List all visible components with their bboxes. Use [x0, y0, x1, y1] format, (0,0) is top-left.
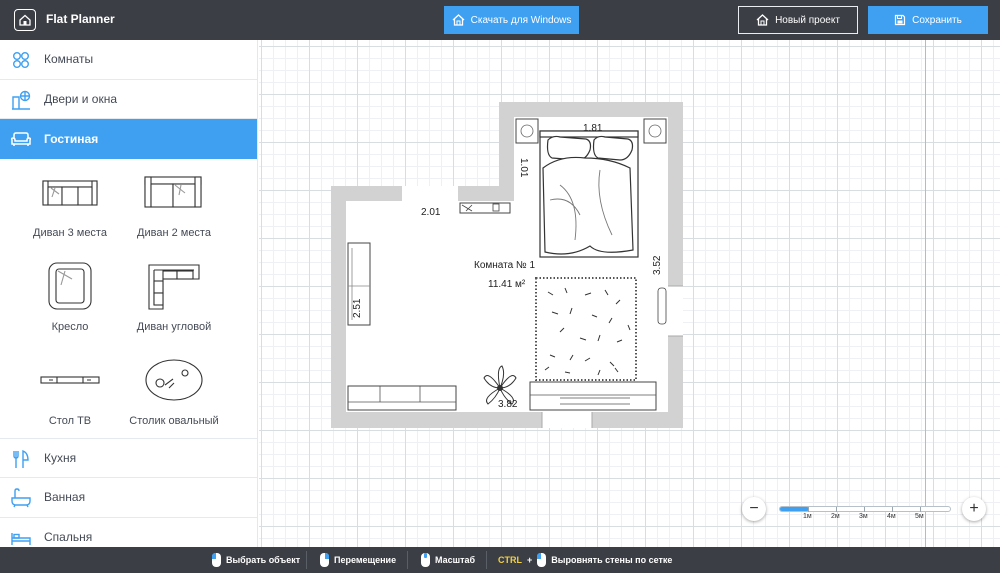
furniture-sofa-3[interactable]: Диван 3 места [18, 163, 122, 257]
door-window-icon [12, 90, 31, 110]
house-icon [756, 14, 769, 26]
hint-align: CTRL + Выровнять стены по сетке [498, 547, 672, 573]
window-right [668, 286, 683, 336]
zoom-tick: 4м [887, 507, 896, 520]
sofa-2-seat-icon [144, 175, 202, 208]
bed-icon [11, 532, 31, 545]
furniture-armchair[interactable]: Кресло [18, 257, 122, 351]
dimension-label: 2.51 [352, 298, 363, 318]
tv-stand-left [347, 385, 457, 411]
category-label: Двери и окна [44, 91, 118, 106]
hint-label: Выбрать объект [226, 555, 301, 565]
hint-select: Выбрать объект [212, 547, 300, 573]
zoom-slider[interactable] [779, 506, 951, 512]
cutlery-icon [13, 449, 29, 468]
status-bar: Выбрать объект Перемещение Масштаб CTRL … [0, 547, 1000, 573]
hint-label: Выровнять стены по сетке [551, 555, 673, 565]
rug [535, 277, 637, 381]
window-bottom [542, 412, 592, 428]
category-kitchen[interactable]: Кухня [0, 439, 257, 478]
furniture-tv-stand[interactable]: Стол ТВ [18, 351, 122, 445]
room-area: 11.41 м² [488, 279, 526, 290]
house-icon [452, 14, 465, 26]
zoom-in-button[interactable]: + [962, 497, 986, 521]
dimension-label: 1.01 [518, 158, 529, 178]
category-doors-windows[interactable]: Двери и окна [0, 80, 257, 119]
zoom-tick: 2м [831, 507, 840, 520]
sofa-3-seat-icon [42, 179, 98, 206]
nightstand-right [643, 118, 667, 144]
app-title: Flat Planner [46, 12, 115, 26]
mouse-wheel-icon [421, 553, 430, 567]
new-project-button[interactable]: Новый проект [738, 6, 858, 34]
hint-label: Масштаб [435, 555, 476, 565]
mouse-left-icon [212, 553, 221, 567]
zoom-tick: 5м [915, 507, 924, 520]
ctrl-key-label: CTRL [498, 555, 522, 565]
category-living-room[interactable]: Гостиная [0, 119, 257, 159]
zoom-tick: 3м [859, 507, 868, 520]
category-bedroom[interactable]: Спальня [0, 518, 257, 548]
room-name: Комната № 1 [474, 260, 535, 271]
category-label: Кухня [44, 450, 77, 465]
bathtub-icon [11, 488, 31, 508]
mouse-right-icon [320, 553, 329, 567]
dimension-label: 1.81 [583, 123, 603, 134]
save-button[interactable]: Сохранить [868, 6, 988, 34]
zoom-control: − 1м 2м 3м 4м 5м + [742, 497, 988, 527]
category-label: Гостиная [44, 131, 99, 146]
category-rooms[interactable]: Комнаты [0, 40, 257, 80]
category-label: Ванная [44, 490, 86, 505]
circles-icon [13, 52, 29, 68]
zoom-out-button[interactable]: − [742, 497, 766, 521]
sofa-icon [10, 132, 32, 146]
hint-move: Перемещение [320, 547, 396, 573]
category-label: Комнаты [44, 52, 94, 67]
floppy-icon [895, 14, 906, 26]
dimension-label: 2.01 [421, 207, 441, 218]
furniture-label: Диван 3 места [33, 226, 107, 239]
dimension-label: 3.82 [498, 399, 518, 410]
home-logo-icon[interactable] [14, 9, 36, 31]
bed [539, 130, 639, 258]
plus-label: + [527, 555, 533, 565]
corner-sofa-icon [148, 263, 200, 310]
furniture-label: Стол ТВ [48, 414, 92, 427]
floor-plan[interactable]: 1.81 1.01 2.01 3.52 2.51 3.82 Комната № … [259, 40, 1000, 547]
furniture-grid: Диван 3 места Диван 2 места Кресло Диван… [0, 159, 257, 439]
category-bathroom[interactable]: Ванная [0, 478, 257, 518]
furniture-label: Кресло [51, 320, 89, 333]
download-label: Скачать для Windows [470, 14, 572, 26]
hint-label: Перемещение [334, 555, 397, 565]
mouse-left-icon [537, 553, 547, 567]
zoom-tick: 1м [803, 507, 812, 520]
furniture-label: Диван 2 места [137, 226, 211, 239]
new-project-label: Новый проект [775, 14, 840, 26]
dimension-label: 3.52 [652, 255, 663, 275]
save-label: Сохранить [912, 14, 962, 26]
download-windows-button[interactable]: Скачать для Windows [444, 6, 579, 34]
furniture-sofa-2[interactable]: Диван 2 места [122, 163, 226, 257]
sidebar: Комнаты Двери и окна Гостиная Диван 3 ме… [0, 40, 258, 547]
oval-table-icon [145, 358, 203, 401]
tv-stand-icon [40, 375, 100, 384]
nightstand-left [515, 118, 539, 144]
furniture-corner-sofa[interactable]: Диван угловой [122, 257, 226, 351]
furniture-label: Столик овальный [129, 414, 219, 427]
tv-stand-right [529, 381, 657, 411]
zoom-level-fill [780, 507, 809, 511]
armchair-icon [48, 261, 92, 310]
furniture-oval-table[interactable]: Столик овальный [122, 351, 226, 445]
furniture-label: Диван угловой [136, 320, 212, 333]
window-top [402, 186, 458, 201]
top-bar: Flat Planner Скачать для Windows Новый п… [0, 0, 1000, 40]
category-label: Спальня [44, 529, 93, 544]
hint-scale: Масштаб [421, 547, 475, 573]
